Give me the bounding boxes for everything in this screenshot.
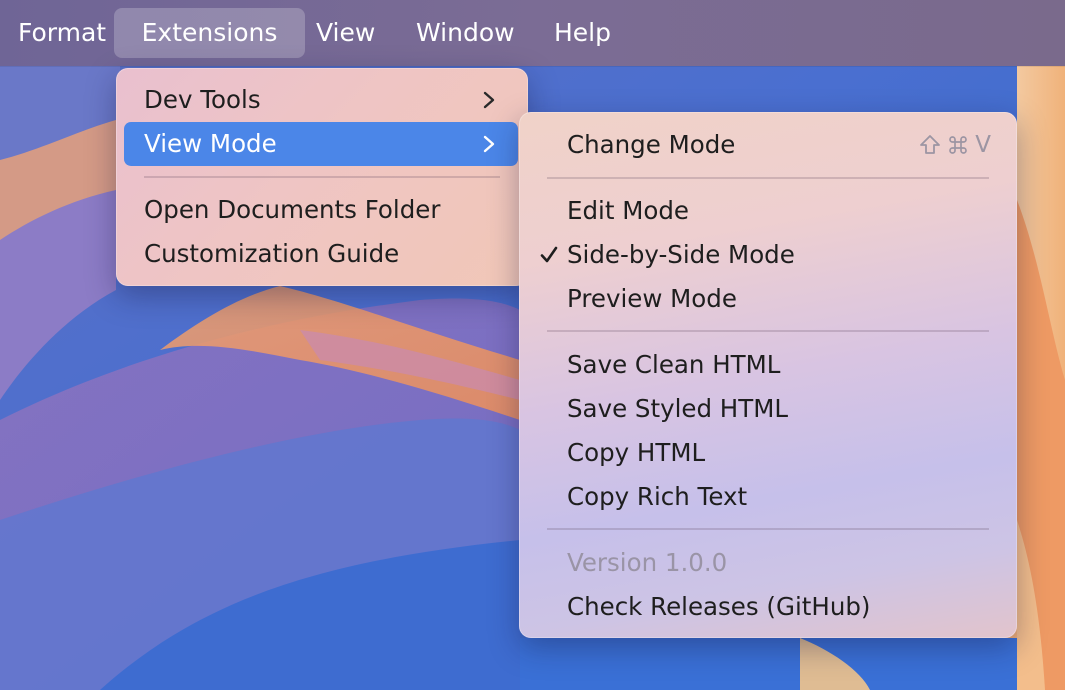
menu-item-label: Version 1.0.0 (567, 548, 728, 577)
menubar-view[interactable]: View (300, 8, 391, 58)
menu-item-label: Dev Tools (144, 85, 261, 114)
menubar-extensions[interactable]: Extensions (114, 8, 305, 58)
menu-item-change-mode[interactable]: Change Mode V (527, 123, 1009, 167)
chevron-right-icon (483, 91, 495, 109)
menu-item-copy-rich-text[interactable]: Copy Rich Text (527, 475, 1009, 519)
menu-item-label: Customization Guide (144, 239, 400, 268)
menu-item-label: Save Clean HTML (567, 350, 781, 379)
menu-separator (547, 177, 989, 179)
keyboard-shortcut: V (919, 123, 991, 167)
view-mode-submenu: Change Mode V Edit Mode Side-by-Side Mod… (519, 112, 1017, 638)
menu-item-label: Preview Mode (567, 284, 737, 313)
menu-separator (144, 176, 500, 178)
menu-item-open-documents-folder[interactable]: Open Documents Folder (124, 188, 518, 232)
menu-item-label: Save Styled HTML (567, 394, 788, 423)
menu-item-version: Version 1.0.0 (527, 541, 1009, 585)
menu-item-view-mode[interactable]: View Mode (124, 122, 518, 166)
extensions-menu: Dev Tools View Mode Open Documents Folde… (116, 68, 528, 286)
menu-item-label: Change Mode (567, 130, 736, 159)
menu-item-customization-guide[interactable]: Customization Guide (124, 232, 518, 276)
menu-item-edit-mode[interactable]: Edit Mode (527, 189, 1009, 233)
menu-item-side-by-side-mode[interactable]: Side-by-Side Mode (527, 233, 1009, 277)
menu-item-label: View Mode (144, 129, 277, 158)
menu-item-label: Check Releases (GitHub) (567, 592, 871, 621)
menu-separator (547, 330, 989, 332)
menubar-window[interactable]: Window (400, 8, 531, 58)
menu-item-copy-html[interactable]: Copy HTML (527, 431, 1009, 475)
menu-item-save-clean-html[interactable]: Save Clean HTML (527, 343, 1009, 387)
command-key-icon (949, 136, 968, 154)
menu-item-save-styled-html[interactable]: Save Styled HTML (527, 387, 1009, 431)
menu-item-label: Copy HTML (567, 438, 706, 467)
checkmark-icon (540, 246, 558, 263)
menu-item-label: Open Documents Folder (144, 195, 441, 224)
menu-item-dev-tools[interactable]: Dev Tools (124, 78, 518, 122)
chevron-right-icon (483, 135, 495, 153)
menu-separator (547, 528, 989, 530)
menubar-help[interactable]: Help (538, 8, 627, 58)
menubar-format[interactable]: Format (2, 8, 122, 58)
menu-bar: Format Extensions View Window Help (0, 0, 1065, 66)
menu-item-check-releases[interactable]: Check Releases (GitHub) (527, 585, 1009, 629)
menu-item-preview-mode[interactable]: Preview Mode (527, 277, 1009, 321)
shift-key-icon (920, 135, 941, 154)
shortcut-key: V (975, 132, 991, 158)
menu-item-label: Side-by-Side Mode (567, 240, 795, 269)
menu-item-label: Edit Mode (567, 196, 689, 225)
menu-item-label: Copy Rich Text (567, 482, 748, 511)
